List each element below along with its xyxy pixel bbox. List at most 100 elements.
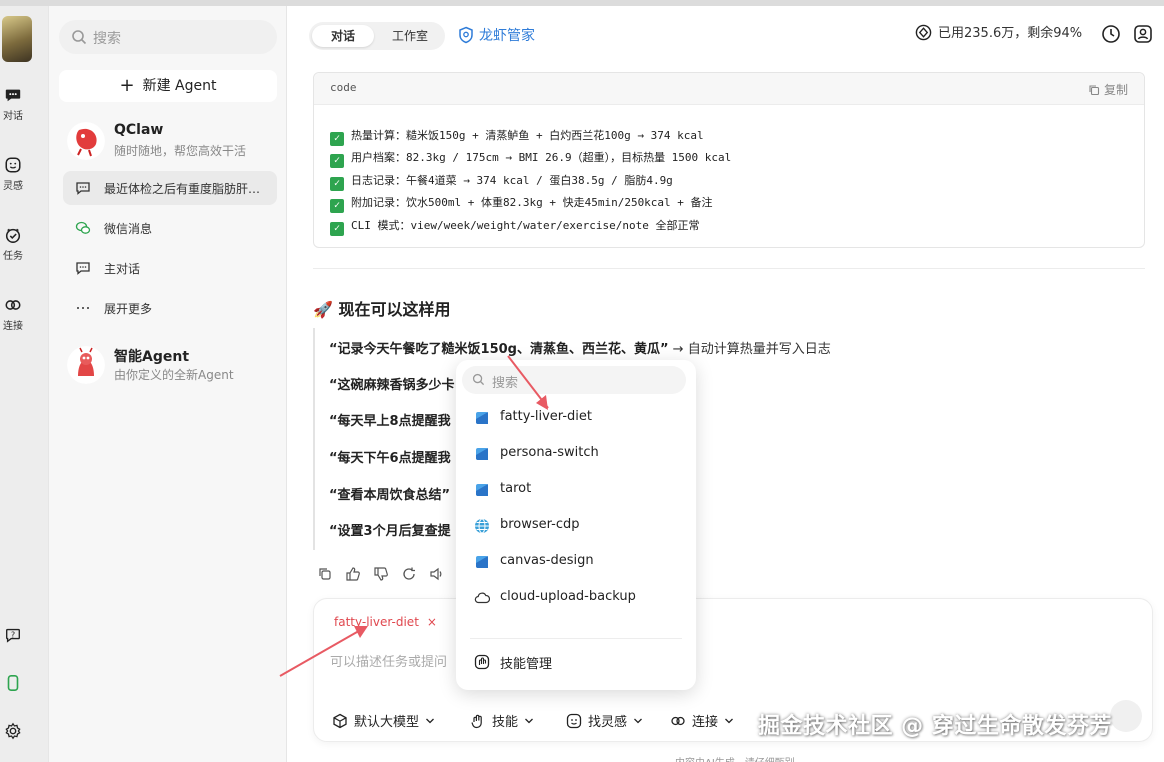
connect-selector[interactable]: 连接 <box>670 711 734 730</box>
skill-item-label: persona-switch <box>500 445 599 460</box>
check-mark-icon: ✓ <box>330 177 344 191</box>
rail-chat[interactable]: 对话 <box>0 86 26 122</box>
skill-management-button[interactable]: 技能管理 <box>456 645 696 679</box>
sidebar: 搜索 + 新建 Agent QClaw 随时随地，帮您高效干活 最近体检之后有重度… <box>48 6 286 762</box>
skill-item-label: browser-cdp <box>500 517 580 532</box>
code-line: ✓ 热量计算：糙米饭150g + 清蒸鲈鱼 + 白灼西兰花100g → 374 k… <box>330 127 704 146</box>
model-selector[interactable]: 默认大模型 <box>332 711 435 730</box>
copy-code-button[interactable]: 复制 <box>1088 81 1128 98</box>
chevron-down-icon <box>634 718 642 724</box>
left-rail: 对话 灵感 任务 连接 ? <box>0 6 48 762</box>
send-button[interactable] <box>1110 700 1142 732</box>
main-panel: 对话 工作室 龙虾管家 已用235.6万，剩余94% code 复制 ✓ 热量计算… <box>286 6 1164 762</box>
smile-icon <box>566 713 582 729</box>
regenerate-icon[interactable] <box>401 566 417 582</box>
copy-icon[interactable] <box>317 566 333 582</box>
smile-icon <box>5 157 21 173</box>
chevron-down-icon <box>725 718 733 724</box>
svg-text:?: ? <box>11 629 15 639</box>
usage-example-bold: “每天早上8点提醒我 <box>329 414 451 429</box>
skill-dropdown: 搜索 fatty-liver-diet persona-switch tarot… <box>456 360 696 690</box>
usage-text: 已用235.6万，剩余94% <box>938 26 1083 41</box>
conversation-main[interactable]: 主对话 <box>63 251 277 285</box>
agent-qclaw-name: QClaw <box>114 122 164 138</box>
remove-skill-button[interactable]: × <box>427 615 437 629</box>
inspiration-selector-label: 找灵感 <box>588 715 628 730</box>
expand-more[interactable]: 展开更多 <box>63 291 277 325</box>
sidebar-search-input[interactable]: 搜索 <box>59 20 277 54</box>
skill-item[interactable]: canvas-design <box>456 545 696 579</box>
dropdown-divider <box>470 638 682 639</box>
usage-example: “记录今天午餐吃了糙米饭150g、清蒸鱼、西兰花、黄瓜” → 自动计算热量并写入… <box>329 338 831 357</box>
skill-item[interactable]: fatty-liver-diet <box>456 401 696 435</box>
inspiration-selector[interactable]: 找灵感 <box>566 711 643 730</box>
shield-icon <box>459 26 473 44</box>
settings-gear-icon[interactable] <box>4 722 22 740</box>
code-line: ✓ 用户档案：82.3kg / 175cm → BMI 26.9（超重），目标热量… <box>330 149 731 168</box>
usage-example-bold: “查看本周饮食总结” <box>329 488 451 503</box>
wechat-icon <box>75 221 91 234</box>
rail-inspiration[interactable]: 灵感 <box>0 156 26 192</box>
skill-item-label: tarot <box>500 481 532 496</box>
agent-smart[interactable]: 智能Agent 由你定义的全新Agent <box>59 344 279 392</box>
skill-search-input[interactable]: 搜索 <box>462 366 686 394</box>
code-block-header: code 复制 <box>314 73 1144 105</box>
usage-example: “设置3个月后复查提 <box>329 520 451 539</box>
check-mark-icon: ✓ <box>330 132 344 146</box>
skill-item-label: fatty-liver-diet <box>500 409 592 424</box>
connect-selector-label: 连接 <box>692 715 719 730</box>
phone-icon[interactable] <box>4 674 22 692</box>
conversation-title: 最近体检之后有重度脂肪肝… <box>104 182 261 196</box>
history-clock-icon[interactable] <box>1101 24 1121 44</box>
profile-icon[interactable] <box>1133 24 1153 44</box>
skill-hand-icon <box>471 714 482 729</box>
code-line-text: 附加记录：饮水500ml + 体重82.3kg + 快走45min/250kca… <box>351 196 713 209</box>
selected-skill-label: fatty-liver-diet <box>334 615 419 629</box>
qclaw-avatar <box>67 122 105 160</box>
usage-example-bold: “这碗麻辣香锅多少卡 <box>329 378 455 393</box>
usage-example: “每天早上8点提醒我 <box>329 410 451 429</box>
code-line-text: 热量计算：糙米饭150g + 清蒸鲈鱼 + 白灼西兰花100g → 374 kc… <box>351 129 704 142</box>
token-icon <box>915 24 932 41</box>
skill-cube-icon <box>476 484 488 496</box>
code-line: ✓ 日志记录：午餐4道菜 → 374 kcal / 蛋白38.5g / 脂肪4.9… <box>330 172 673 191</box>
skill-item-label: cloud-upload-backup <box>500 589 636 604</box>
new-agent-label: 新建 Agent <box>142 78 217 94</box>
new-agent-button[interactable]: + 新建 Agent <box>59 70 277 102</box>
skills-selector[interactable]: 技能 <box>470 711 534 730</box>
user-avatar[interactable] <box>2 16 32 62</box>
conversation-fatty-liver[interactable]: 最近体检之后有重度脂肪肝… <box>63 171 277 205</box>
lobster-guard-button[interactable]: 龙虾管家 <box>457 24 535 48</box>
code-line: ✓ CLI 模式：view/week/weight/water/exercise/… <box>330 217 700 236</box>
more-dots-icon <box>77 307 89 309</box>
tab-studio[interactable]: 工作室 <box>379 25 441 47</box>
rail-tasks[interactable]: 任务 <box>0 226 26 262</box>
usage-indicator[interactable]: 已用235.6万，剩余94% <box>915 24 1082 44</box>
rail-tasks-label: 任务 <box>3 251 23 262</box>
skill-item[interactable]: persona-switch <box>456 437 696 471</box>
code-line-text: 日志记录：午餐4道菜 → 374 kcal / 蛋白38.5g / 脂肪4.9g <box>351 174 673 187</box>
thumbs-down-icon[interactable] <box>373 566 389 582</box>
code-language: code <box>330 81 357 94</box>
check-mark-icon: ✓ <box>330 222 344 236</box>
composer-input[interactable]: 可以描述任务或提问 <box>330 651 447 670</box>
model-selector-label: 默认大模型 <box>354 715 420 730</box>
skill-item[interactable]: tarot <box>456 473 696 507</box>
tab-chat[interactable]: 对话 <box>312 25 374 47</box>
skill-item[interactable]: browser-cdp <box>456 509 696 543</box>
usage-example: “这碗麻辣香锅多少卡 <box>329 374 455 393</box>
agent-qclaw[interactable]: QClaw 随时随地，帮您高效干活 <box>59 120 279 168</box>
help-icon[interactable]: ? <box>4 626 22 644</box>
thumbs-up-icon[interactable] <box>345 566 361 582</box>
code-block: code 复制 ✓ 热量计算：糙米饭150g + 清蒸鲈鱼 + 白灼西兰花100g… <box>313 72 1145 248</box>
rail-connect[interactable]: 连接 <box>0 296 26 332</box>
chevron-down-icon <box>525 718 533 724</box>
ai-disclaimer: 内容由AI生成，请仔细甄别 <box>675 754 795 762</box>
conversation-wechat[interactable]: 微信消息 <box>63 211 277 245</box>
agent-qclaw-desc: 随时随地，帮您高效干活 <box>114 144 247 158</box>
selected-skill-chip[interactable]: fatty-liver-diet × <box>334 615 437 629</box>
speaker-icon[interactable] <box>429 566 445 582</box>
code-line-text: 用户档案：82.3kg / 175cm → BMI 26.9（超重），目标热量 … <box>351 151 732 164</box>
cloud-icon <box>474 592 490 604</box>
skill-item[interactable]: cloud-upload-backup <box>456 581 696 615</box>
